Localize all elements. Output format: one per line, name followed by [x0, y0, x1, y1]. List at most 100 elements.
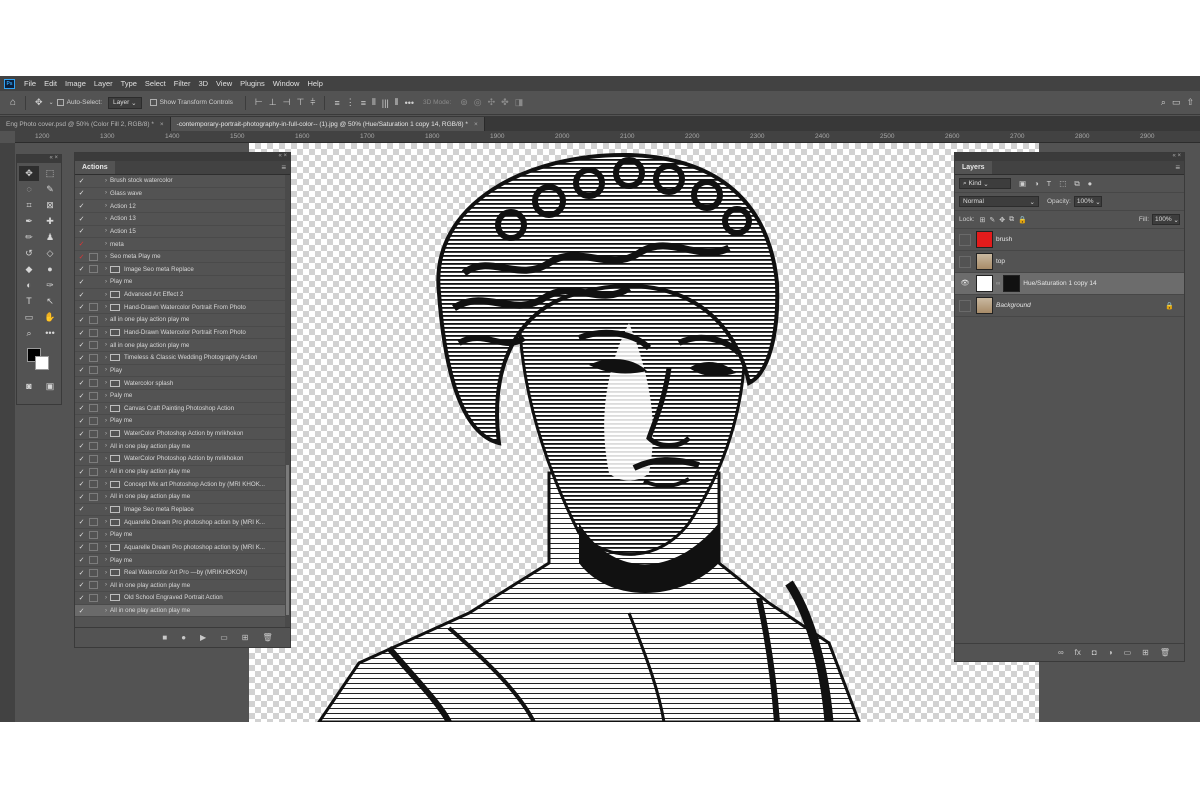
chevron-right-icon[interactable]: ›	[102, 367, 110, 373]
quick-select-tool-icon[interactable]: ✎	[40, 182, 60, 197]
scrollbar-thumb[interactable]	[286, 465, 289, 615]
action-row[interactable]: ✓ › All in one play action play me	[75, 580, 290, 593]
chevron-right-icon[interactable]: ›	[102, 317, 110, 323]
menu-select[interactable]: Select	[141, 79, 170, 88]
paint-bucket-tool-icon[interactable]: ◆	[19, 262, 39, 277]
toggle-dialog-icon[interactable]	[89, 189, 98, 197]
eye-icon[interactable]: 👁	[959, 278, 971, 290]
chevron-right-icon[interactable]: ›	[102, 266, 110, 272]
toggle-dialog-icon[interactable]	[89, 492, 98, 501]
layer-row-top[interactable]: top	[955, 251, 1184, 273]
panel-menu-icon[interactable]: ≡	[1175, 161, 1184, 174]
toggle-dialog-icon[interactable]	[89, 202, 98, 210]
path-selection-tool-icon[interactable]: ↖	[40, 294, 60, 309]
lock-transparency-icon[interactable]: ⊞	[980, 216, 986, 224]
toggle-dialog-icon[interactable]	[89, 379, 98, 388]
zoom-tool-icon[interactable]: ⌕	[19, 326, 39, 341]
action-row[interactable]: ✓ › Play me	[75, 554, 290, 567]
lock-artboard-icon[interactable]: ⧉	[1009, 216, 1014, 224]
action-row[interactable]: ✓ › Aquarelle Dream Pro photoshop action b…	[75, 516, 290, 529]
action-row[interactable]: ✓ › Brush stock watercolor	[75, 175, 290, 188]
stop-icon[interactable]: ■	[162, 633, 167, 642]
toggle-dialog-icon[interactable]	[89, 556, 98, 565]
chevron-right-icon[interactable]: ›	[102, 494, 110, 500]
action-row[interactable]: ✓ › Old School Engraved Portrait Action	[75, 592, 290, 605]
align-middle-icon[interactable]: ⫩	[310, 97, 315, 108]
action-row[interactable]: ✓ › WaterColor Photoshop Action by mrikhok…	[75, 453, 290, 466]
fill-field[interactable]: 100% ⌄	[1152, 214, 1180, 225]
chevron-right-icon[interactable]: ›	[102, 203, 110, 209]
toggle-item-checkbox[interactable]: ✓	[75, 291, 88, 299]
new-layer-icon[interactable]: ⊞	[1142, 648, 1149, 657]
blend-mode-dropdown[interactable]: Normal ⌄	[959, 196, 1039, 207]
lock-position-icon[interactable]: ✥	[999, 216, 1005, 224]
toggle-item-checkbox[interactable]: ✓	[75, 189, 88, 197]
align-top-icon[interactable]: ⊤	[296, 97, 304, 108]
toggle-item-checkbox[interactable]: ✓	[75, 493, 88, 501]
pixel-filter-icon[interactable]: ▣	[1019, 179, 1026, 188]
rectangle-tool-icon[interactable]: ▭	[19, 310, 39, 325]
action-row[interactable]: ✓ › Action 13	[75, 213, 290, 226]
tab-actions[interactable]: Actions	[75, 161, 115, 174]
history-brush-tool-icon[interactable]: ↺	[19, 246, 39, 261]
menu-help[interactable]: Help	[303, 79, 326, 88]
marquee-tool-icon[interactable]: ⬚	[40, 166, 60, 181]
chevron-right-icon[interactable]: ›	[102, 393, 110, 399]
new-group-icon[interactable]: ▭	[1124, 648, 1132, 657]
chevron-right-icon[interactable]: ›	[102, 481, 110, 487]
kind-filter-dropdown[interactable]: ⌕ Kind ⌄	[959, 178, 1011, 189]
toggle-dialog-icon[interactable]	[89, 568, 98, 577]
distribute-middle-icon[interactable]: ⋮	[346, 97, 355, 108]
document-canvas[interactable]	[249, 143, 1039, 722]
chevron-right-icon[interactable]: ›	[102, 557, 110, 563]
toggle-dialog-icon[interactable]	[89, 442, 98, 451]
toggle-item-checkbox[interactable]: ✓	[75, 354, 88, 362]
action-row[interactable]: ✓ › Concept Mix art Photoshop Action by (M…	[75, 478, 290, 492]
action-row[interactable]: ✓ › Advanced Art Effect 2	[75, 289, 290, 302]
menu-window[interactable]: Window	[269, 79, 304, 88]
home-icon[interactable]: ⌂	[10, 97, 16, 108]
layer-row-background[interactable]: Background 🔒	[955, 295, 1184, 317]
chevron-right-icon[interactable]: ›	[102, 595, 110, 601]
type-filter-icon[interactable]: T	[1047, 179, 1052, 188]
toggle-dialog-icon[interactable]	[89, 429, 98, 438]
toggle-item-checkbox[interactable]: ✓	[75, 581, 88, 589]
toggle-item-checkbox[interactable]: ✓	[75, 392, 88, 400]
chevron-right-icon[interactable]: ›	[102, 431, 110, 437]
toggle-dialog-icon[interactable]	[89, 291, 98, 299]
background-color-swatch[interactable]	[35, 356, 49, 370]
blur-tool-icon[interactable]: ●	[40, 262, 60, 277]
healing-brush-tool-icon[interactable]: ✚	[40, 214, 60, 229]
link-layers-icon[interactable]: ∞	[1058, 648, 1064, 657]
more-options-icon[interactable]: •••	[405, 98, 414, 108]
action-row[interactable]: ✓ › all in one play action play me	[75, 339, 290, 352]
action-row[interactable]: ✓ › Hand-Drawn Watercolor Portrait From Ph…	[75, 327, 290, 340]
action-row[interactable]: ✓ › Play	[75, 365, 290, 378]
toggle-item-checkbox[interactable]: ✓	[75, 442, 88, 450]
smart-object-filter-icon[interactable]: ⧉	[1074, 179, 1079, 189]
toggle-dialog-icon[interactable]	[89, 227, 98, 235]
toggle-dialog-icon[interactable]	[89, 530, 98, 539]
toggle-item-checkbox[interactable]: ✓	[75, 556, 88, 564]
action-row[interactable]: ✓ › All in one play action play me	[75, 466, 290, 479]
filter-toggle-icon[interactable]: ●	[1088, 179, 1093, 188]
toggle-dialog-icon[interactable]	[89, 240, 98, 248]
eraser-tool-icon[interactable]: ◇	[40, 246, 60, 261]
toggle-dialog-icon[interactable]	[89, 353, 98, 362]
clone-stamp-tool-icon[interactable]: ♟	[40, 230, 60, 245]
toggle-item-checkbox[interactable]: ✓	[75, 329, 88, 337]
action-row[interactable]: ✓ › Action 12	[75, 200, 290, 213]
toggle-item-checkbox[interactable]: ✓	[75, 278, 88, 286]
chevron-right-icon[interactable]: ›	[102, 380, 110, 386]
panel-collapse-icon[interactable]: « ×	[17, 155, 61, 163]
toggle-item-checkbox[interactable]: ✓	[75, 215, 88, 223]
shape-filter-icon[interactable]: ⬚	[1059, 179, 1066, 188]
action-row[interactable]: ✓ › Canvas Craft Painting Photoshop Action	[75, 403, 290, 416]
adjustment-layer-icon[interactable]: ◑	[1108, 648, 1113, 657]
share-icon[interactable]: ⇧	[1186, 97, 1194, 108]
menu-plugins[interactable]: Plugins	[236, 79, 269, 88]
chevron-right-icon[interactable]: ›	[102, 418, 110, 424]
mask-thumbnail[interactable]	[1003, 275, 1021, 292]
lock-all-icon[interactable]: 🔒	[1018, 216, 1027, 224]
document-tab[interactable]: Eng Photo cover.psd @ 50% (Color Fill 2,…	[0, 117, 171, 131]
